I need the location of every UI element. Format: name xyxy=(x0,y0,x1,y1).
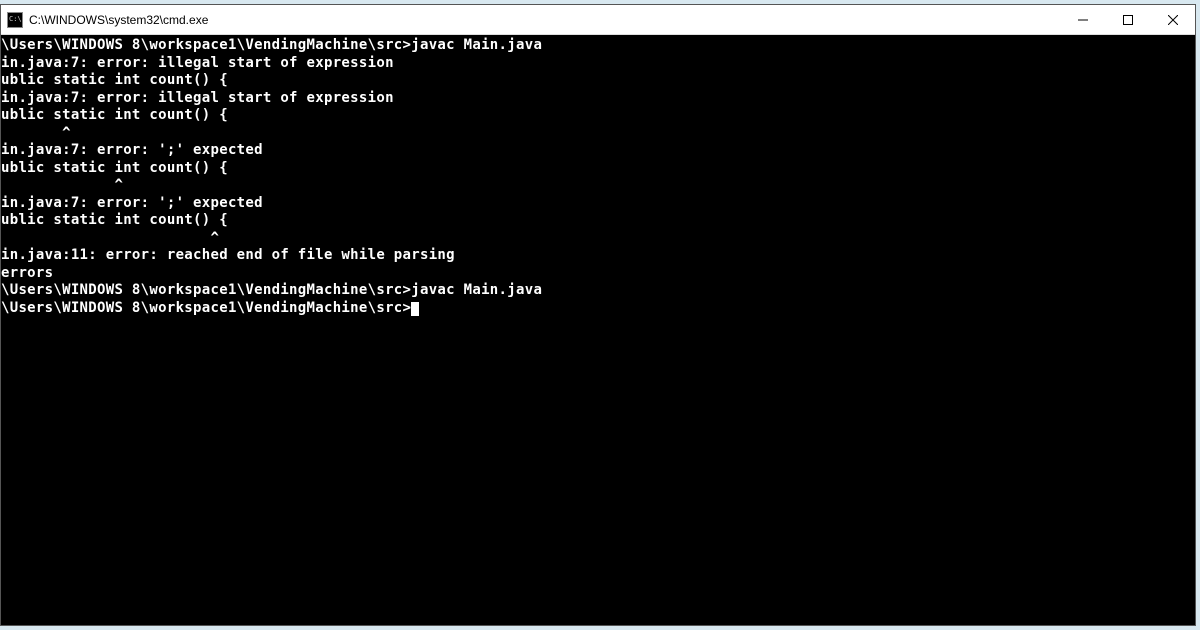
maximize-button[interactable] xyxy=(1105,5,1150,34)
close-button[interactable] xyxy=(1150,5,1195,34)
terminal-line: in.java:11: error: reached end of file w… xyxy=(1,247,1195,265)
terminal-line: ublic static int count() { xyxy=(1,212,1195,230)
terminal-line: in.java:7: error: ';' expected xyxy=(1,142,1195,160)
terminal-line: ublic static int count() { xyxy=(1,72,1195,90)
terminal-line: \Users\WINDOWS 8\workspace1\VendingMachi… xyxy=(1,300,1195,318)
terminal-line: in.java:7: error: ';' expected xyxy=(1,195,1195,213)
cmd-window: C:\WINDOWS\system32\cmd.exe \Users\WINDO… xyxy=(0,4,1196,626)
terminal-line: errors xyxy=(1,265,1195,283)
terminal-line: ^ xyxy=(1,177,1195,195)
terminal-line: ^ xyxy=(1,230,1195,248)
terminal-output[interactable]: \Users\WINDOWS 8\workspace1\VendingMachi… xyxy=(1,35,1195,625)
window-controls xyxy=(1060,5,1195,34)
terminal-line: \Users\WINDOWS 8\workspace1\VendingMachi… xyxy=(1,282,1195,300)
maximize-icon xyxy=(1123,15,1133,25)
minimize-icon xyxy=(1078,15,1088,25)
terminal-line: ublic static int count() { xyxy=(1,160,1195,178)
terminal-line: ^ xyxy=(1,125,1195,143)
terminal-line: in.java:7: error: illegal start of expre… xyxy=(1,55,1195,73)
cmd-icon xyxy=(7,12,23,28)
cursor xyxy=(411,302,419,316)
terminal-line: in.java:7: error: illegal start of expre… xyxy=(1,90,1195,108)
window-title: C:\WINDOWS\system32\cmd.exe xyxy=(29,13,1060,27)
titlebar[interactable]: C:\WINDOWS\system32\cmd.exe xyxy=(1,5,1195,35)
terminal-line: ublic static int count() { xyxy=(1,107,1195,125)
minimize-button[interactable] xyxy=(1060,5,1105,34)
terminal-line: \Users\WINDOWS 8\workspace1\VendingMachi… xyxy=(1,37,1195,55)
close-icon xyxy=(1168,15,1178,25)
